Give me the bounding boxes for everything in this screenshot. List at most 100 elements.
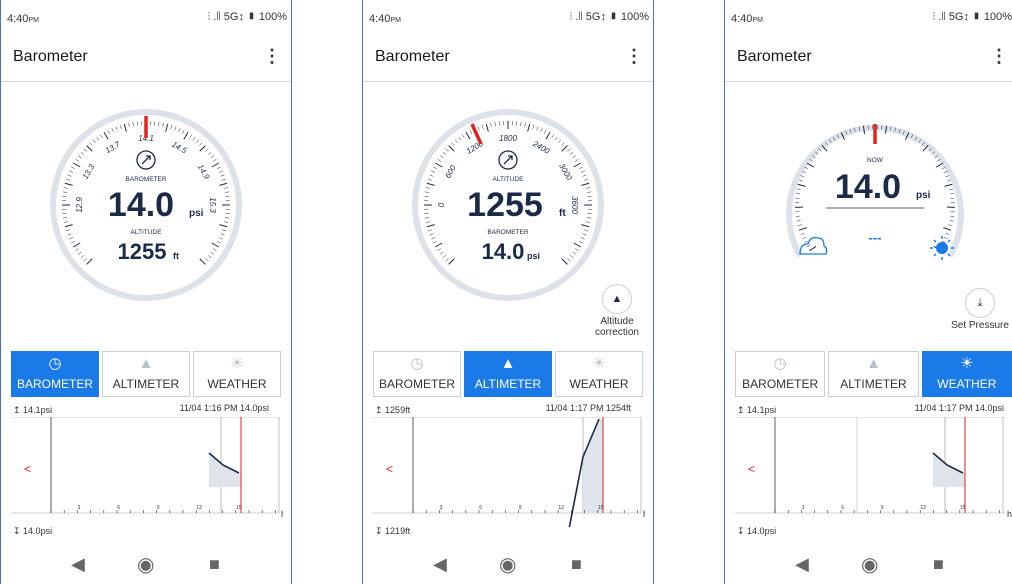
graph-x-tick-label: 6 [117, 505, 120, 511]
status-bar: 4:40PM ⫶ .∣∣ 5G↕ ▮ 100% [363, 0, 653, 34]
tab-weather[interactable]: ☀ WEATHER [555, 351, 643, 397]
secondary-value: 1255 [118, 239, 167, 264]
graph-x-tick-label: 3 [440, 505, 443, 511]
app-title: Barometer [13, 48, 88, 65]
mountain-icon: ▲ [138, 355, 154, 372]
trend-indicator: --- [869, 230, 882, 245]
gauge-icon: ◷ [410, 355, 424, 372]
secondary-value: 14.0 [482, 239, 525, 264]
tab-weather[interactable]: ☀ WEATHER [193, 351, 281, 397]
primary-label: ALTITUDE [493, 176, 525, 183]
system-navbar: ◀ ◉ ■ [363, 544, 653, 584]
gauge-scale-label: 0 [437, 202, 446, 207]
altitude-correction-button[interactable]: ▲ Altitude correction [589, 284, 645, 338]
tab-altimeter[interactable]: ▲ ALTIMETER [828, 351, 919, 397]
home-icon[interactable]: ◉ [861, 552, 878, 577]
mountain-icon: ▲ [500, 355, 516, 372]
graph-bottom-value: ↧ 14.0psi [13, 526, 53, 536]
gauge-scale-label: 15.3 [208, 197, 217, 213]
history-graph[interactable]: ↥ 1259ft 11/04 1:17 PM 1254ft < h 3 6 9 12 1… [373, 403, 645, 541]
tab-barometer[interactable]: ◷ BAROMETER [373, 351, 461, 397]
status-indicators: ⫶ .∣∣ 5G↕ ▮ 100% [569, 11, 649, 23]
status-time: 4:40PM [731, 13, 763, 25]
graph-x-tick-label: 3 [78, 505, 81, 511]
gauge-icon: ◷ [773, 355, 787, 372]
primary-value: 14.0 [835, 168, 901, 206]
mode-tabs: ◷ BAROMETER ▲ ALTIMETER ☀ WEATHER [11, 351, 281, 397]
graph-hour-unit: h [643, 509, 645, 519]
status-bar: 4:40PM ⫶ .∣∣ 5G↕ ▮ 100% [1, 0, 291, 34]
gauge-scale-label: 3600 [570, 196, 579, 214]
graph-x-tick-label: 9 [519, 505, 522, 511]
graph-x-tick-label: 15 [598, 505, 604, 511]
graph-cursor-readout: 11/04 1:17 PM 1254ft [545, 403, 631, 413]
mountain-icon: ▲ [866, 355, 881, 372]
graph-x-ticks: 3 6 9 12 15 [412, 505, 638, 513]
phone-screen-altimeter: 4:40PM ⫶ .∣∣ 5G↕ ▮ 100% Barometer ⋮ 0 600… [362, 0, 654, 584]
more-vert-icon[interactable]: ⋮ [263, 46, 281, 67]
primary-unit: psi [916, 190, 931, 201]
now-label: NOW [867, 157, 884, 164]
set-pressure-button[interactable]: ⤓ Set Pressure [948, 288, 1012, 331]
phone-screen-weather: 4:40PM ⫶ .∣∣ 5G↕ ▮ 100% Barometer ⋮ NOW … [724, 0, 1012, 584]
graph-hour-unit: h [281, 509, 283, 519]
more-vert-icon[interactable]: ⋮ [625, 46, 643, 67]
tab-altimeter[interactable]: ▲ ALTIMETER [464, 351, 552, 397]
secondary-label: BAROMETER [487, 229, 528, 236]
history-graph[interactable]: ↥ 14.1psi 11/04 1:17 PM 14.0psi < h 3 6 9 1… [735, 403, 1012, 541]
tab-barometer[interactable]: ◷ BAROMETER [735, 351, 826, 397]
app-title: Barometer [375, 48, 450, 65]
graph-x-tick-label: 12 [920, 505, 926, 511]
graph-x-tick-label: 12 [558, 505, 564, 511]
tab-weather[interactable]: ☀ WEATHER [921, 351, 1012, 397]
graph-x-tick-label: 12 [196, 505, 202, 511]
status-indicators: ⫶ .∣∣ 5G↕ ▮ 100% [207, 11, 287, 23]
graph-x-tick-label: 9 [157, 505, 160, 511]
graph-hour-unit: h [1007, 509, 1012, 519]
graph-x-ticks: 3 6 9 12 15 [50, 505, 276, 513]
graph-scroll-left-icon[interactable]: < [748, 462, 755, 476]
system-navbar: ◀ ◉ ■ [1, 544, 291, 584]
sun-icon: ☀ [592, 355, 606, 372]
more-vert-icon[interactable]: ⋮ [990, 46, 1008, 67]
recents-icon[interactable]: ■ [571, 554, 582, 575]
tab-altimeter[interactable]: ▲ ALTIMETER [102, 351, 190, 397]
graph-plot: < h 3 6 9 12 15 [11, 417, 283, 519]
recents-icon[interactable]: ■ [209, 554, 220, 575]
app-title: Barometer [737, 48, 812, 65]
gauge-scale-label: 12.9 [75, 197, 84, 213]
barometer-gauge: 12.913.313.714.114.514.915.3 BAROMETER 1… [50, 109, 242, 301]
tab-barometer[interactable]: ◷ BAROMETER [11, 351, 99, 397]
home-icon[interactable]: ◉ [499, 552, 516, 577]
home-icon[interactable]: ◉ [137, 552, 154, 577]
back-icon[interactable]: ◀ [795, 554, 809, 575]
graph-x-tick-label: 3 [802, 505, 805, 511]
graph-bottom-value: ↧ 1219ft [375, 526, 411, 536]
mountain-icon: ▲ [602, 284, 632, 314]
phone-screen-barometer: 4:40PM ⫶ .∣∣ 5G↕ ▮ 100% Barometer ⋮ 12.9… [0, 0, 292, 584]
graph-x-tick-label: 15 [960, 505, 966, 511]
secondary-label: ALTITUDE [131, 229, 163, 236]
graph-scroll-left-icon[interactable]: < [24, 462, 31, 476]
recents-icon[interactable]: ■ [933, 554, 944, 575]
download-icon: ⤓ [965, 288, 995, 318]
graph-x-tick-label: 6 [479, 505, 482, 511]
weather-gauge: NOW 14.0 psi --- [786, 124, 964, 260]
mode-tabs: ◷ BAROMETER ▲ ALTIMETER ☀ WEATHER [735, 351, 1012, 397]
sun-icon: ☀ [230, 355, 244, 372]
graph-bottom-value: ↧ 14.0psi [737, 526, 777, 536]
graph-x-tick-label: 9 [881, 505, 884, 511]
app-bar: Barometer ⋮ [725, 34, 1012, 82]
graph-top-value: ↥ 14.1psi [737, 405, 777, 415]
status-indicators: ⫶ .∣∣ 5G↕ ▮ 100% [932, 11, 1012, 23]
history-graph[interactable]: ↥ 14.1psi 11/04 1:16 PM 14.0psi < h 3 6 9 1… [11, 403, 283, 541]
gauge-scale-label: 1800 [499, 134, 517, 143]
graph-x-tick-label: 6 [841, 505, 844, 511]
graph-top-value: ↥ 1259ft [375, 405, 411, 415]
status-bar: 4:40PM ⫶ .∣∣ 5G↕ ▮ 100% [725, 0, 1012, 34]
graph-scroll-left-icon[interactable]: < [386, 462, 393, 476]
back-icon[interactable]: ◀ [71, 554, 85, 575]
graph-x-tick-label: 15 [236, 505, 242, 511]
altimeter-gauge: 060012001800240030003600 ALTITUDE 1255 f… [412, 109, 604, 301]
back-icon[interactable]: ◀ [433, 554, 447, 575]
